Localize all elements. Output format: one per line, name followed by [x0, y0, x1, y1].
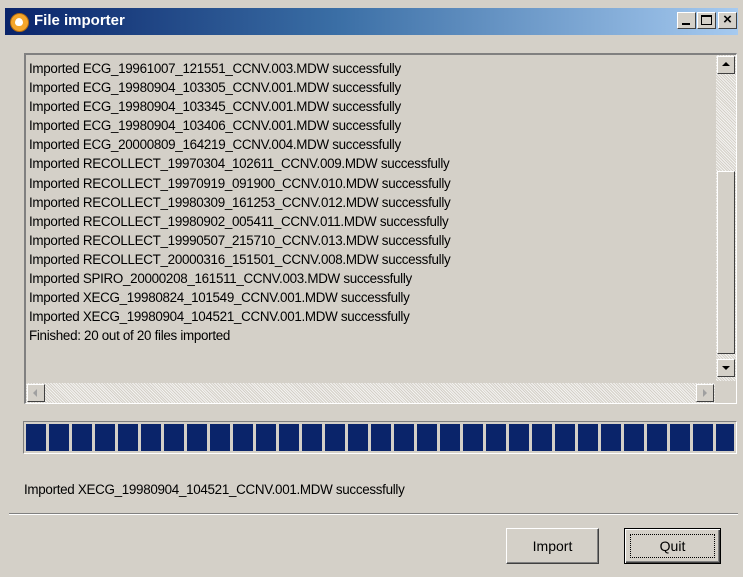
horizontal-scrollbar[interactable] — [26, 383, 715, 403]
progress-block — [647, 424, 667, 451]
progress-fill — [26, 424, 734, 451]
progress-block — [486, 424, 506, 451]
scrollbar-corner — [716, 383, 736, 403]
progress-block — [624, 424, 644, 451]
log-line: Imported ECG_19980904_103345_CCNV.001.MD… — [29, 99, 401, 115]
progress-block — [49, 424, 69, 451]
progress-block — [325, 424, 345, 451]
progress-block — [141, 424, 161, 451]
progress-block — [256, 424, 276, 451]
progress-block — [440, 424, 460, 451]
log-line: Imported SPIRO_20000208_161511_CCNV.003.… — [29, 271, 412, 287]
progress-block — [509, 424, 529, 451]
close-button[interactable]: × — [718, 11, 737, 29]
scroll-right-button[interactable] — [696, 384, 714, 402]
progress-block — [118, 424, 138, 451]
vertical-scrollbar[interactable] — [716, 55, 736, 381]
import-log-listbox[interactable]: Imported ECG_19961007_121551_CCNV.003.MD… — [24, 53, 737, 404]
log-line: Imported RECOLLECT_20000316_151501_CCNV.… — [29, 251, 451, 267]
progress-block — [348, 424, 368, 451]
vertical-scroll-thumb[interactable] — [717, 171, 735, 354]
scroll-left-button[interactable] — [27, 384, 45, 402]
log-line: Imported XECG_19980904_104521_CCNV.001.M… — [29, 309, 410, 325]
progress-block — [417, 424, 437, 451]
minimize-button[interactable] — [677, 12, 696, 29]
quit-button[interactable]: Quit — [624, 528, 721, 564]
progress-block — [463, 424, 483, 451]
progress-block — [394, 424, 414, 451]
progress-block — [578, 424, 598, 451]
progress-block — [693, 424, 713, 451]
log-line: Imported ECG_19980904_103305_CCNV.001.MD… — [29, 80, 401, 96]
scroll-down-button[interactable] — [717, 359, 735, 377]
progress-block — [210, 424, 230, 451]
progress-block — [302, 424, 322, 451]
progress-block — [371, 424, 391, 451]
close-icon: × — [723, 11, 732, 28]
progress-blocks — [26, 424, 734, 451]
log-line: Imported RECOLLECT_19970919_091900_CCNV.… — [29, 175, 451, 191]
progress-block — [670, 424, 690, 451]
status-text: Imported XECG_19980904_104521_CCNV.001.M… — [24, 482, 405, 497]
maximize-icon — [701, 15, 712, 25]
progress-block — [555, 424, 575, 451]
log-line: Imported ECG_19961007_121551_CCNV.003.MD… — [29, 61, 401, 76]
log-line: Finished: 20 out of 20 files imported — [29, 328, 231, 344]
arrow-left-icon — [33, 389, 37, 397]
log-line: Imported ECG_19980904_103406_CCNV.001.MD… — [29, 118, 401, 134]
progress-block — [187, 424, 207, 451]
progress-block — [601, 424, 621, 451]
log-line: Imported RECOLLECT_19970304_102611_CCNV.… — [29, 156, 450, 172]
file-importer-window: File importer × Imported ECG_19961007_12… — [0, 0, 743, 577]
progress-block — [72, 424, 92, 451]
progress-block — [233, 424, 253, 451]
progress-block — [532, 424, 552, 451]
minimize-icon — [682, 23, 690, 25]
log-line: Imported XECG_19980824_101549_CCNV.001.M… — [29, 290, 410, 306]
scroll-up-button[interactable] — [717, 56, 735, 74]
app-logo-icon — [10, 13, 29, 32]
progress-block — [716, 424, 734, 451]
progress-block — [95, 424, 115, 451]
maximize-button[interactable] — [697, 12, 716, 29]
log-line: Imported RECOLLECT_19980309_161253_CCNV.… — [29, 194, 451, 210]
log-lines: Imported ECG_19961007_121551_CCNV.003.MD… — [29, 59, 709, 345]
quit-button-label: Quit — [659, 538, 686, 554]
import-button[interactable]: Import — [506, 528, 599, 564]
progress-block — [279, 424, 299, 451]
log-line: Imported RECOLLECT_19980902_005411_CCNV.… — [29, 213, 449, 229]
arrow-up-icon — [722, 62, 730, 66]
progress-block — [164, 424, 184, 451]
separator — [9, 513, 738, 515]
arrow-right-icon — [703, 389, 707, 397]
title-bar[interactable]: File importer × — [5, 8, 738, 35]
log-line: Imported ECG_20000809_164219_CCNV.004.MD… — [29, 137, 401, 153]
window-title: File importer — [34, 12, 125, 29]
import-progress-bar — [23, 421, 737, 454]
arrow-down-icon — [722, 366, 730, 370]
log-line: Imported RECOLLECT_19990507_215710_CCNV.… — [29, 232, 451, 248]
progress-block — [26, 424, 46, 451]
